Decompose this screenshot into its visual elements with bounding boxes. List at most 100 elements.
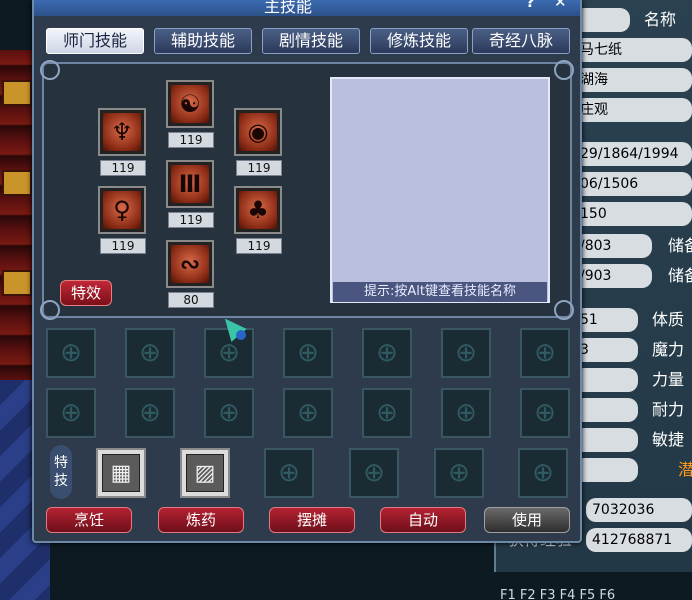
attr-value-field: 51 xyxy=(574,308,638,332)
skill-slot[interactable]: ⊕ xyxy=(46,388,96,438)
slot-emblem-icon: ⊕ xyxy=(139,398,161,428)
reserve-label: 储备 xyxy=(668,236,692,255)
close-button[interactable]: ✕ xyxy=(554,0,567,11)
building-window xyxy=(2,170,32,196)
alchemy-button[interactable]: 炼药 xyxy=(158,507,244,533)
reserve-hp-field: /803 xyxy=(574,234,652,258)
skill-description-panel xyxy=(330,77,550,303)
slot-emblem-icon: ⊕ xyxy=(297,398,319,428)
tab-story-skills[interactable]: 剧情技能 xyxy=(262,28,360,54)
stall-button[interactable]: 摆摊 xyxy=(269,507,355,533)
slot-emblem-icon: ⊕ xyxy=(218,398,240,428)
skill-slot[interactable]: ⊕ xyxy=(125,328,175,378)
special-skills-label: 特技 xyxy=(50,445,72,499)
slot-emblem-icon: ⊕ xyxy=(455,398,477,428)
skill-slot[interactable]: ⊕ xyxy=(283,388,333,438)
tab-meridian-skills[interactable]: 奇经八脉 xyxy=(472,28,570,54)
attr-value-field xyxy=(574,428,638,452)
skill-slot[interactable]: ⊕ xyxy=(362,328,412,378)
corner-ornament xyxy=(40,300,60,320)
name-label: 名称 xyxy=(644,10,677,29)
special-skill-2-icon[interactable]: ▨ xyxy=(180,448,230,498)
slot-emblem-icon: ⊕ xyxy=(363,458,385,488)
tab-cultivation-skills[interactable]: 修炼技能 xyxy=(370,28,468,54)
attr-value-field xyxy=(574,398,638,422)
skill-slot[interactable]: ⊕ xyxy=(441,388,491,438)
special-skill-slot[interactable]: ⊕ xyxy=(434,448,484,498)
auto-button[interactable]: 自动 xyxy=(380,507,466,533)
use-button[interactable]: 使用 xyxy=(484,507,570,533)
skill-slot[interactable]: ⊕ xyxy=(204,388,254,438)
skill-slot[interactable]: ⊕ xyxy=(46,328,96,378)
mp-field: 06/1506 xyxy=(574,172,692,196)
slot-emblem-icon: ⊕ xyxy=(60,398,82,428)
anger-field: 150 xyxy=(574,202,692,226)
skill-slot[interactable]: ⊕ xyxy=(283,328,333,378)
slot-emblem-icon: ⊕ xyxy=(534,398,556,428)
slot-emblem-icon: ⊕ xyxy=(139,338,161,368)
constellation-skill-icon[interactable]: ∾ xyxy=(166,240,214,288)
exp-current-field: 7032036 xyxy=(586,498,692,522)
skill-description-hint: 提示:按Alt键查看技能名称 xyxy=(333,282,547,302)
attr-label: 耐力 xyxy=(652,400,685,419)
gate-skill-icon[interactable]: Ⅲ xyxy=(166,160,214,208)
cooking-button[interactable]: 烹饪 xyxy=(46,507,132,533)
slot-emblem-icon: ⊕ xyxy=(448,458,470,488)
sect-field: 湖海 xyxy=(574,68,692,92)
reserve-label: 储备 xyxy=(668,266,692,285)
attr-label: 魔力 xyxy=(652,340,685,359)
slot-emblem-icon: ⊕ xyxy=(376,398,398,428)
skill-slot[interactable]: ⊕ xyxy=(441,328,491,378)
flame-figure-skill-icon[interactable]: ♆ xyxy=(98,108,146,156)
tab-assist-skills[interactable]: 辅助技能 xyxy=(154,28,252,54)
attr-value-field xyxy=(574,458,638,482)
yin-yang-shield-skill-icon[interactable]: ☯ xyxy=(166,80,214,128)
slot-emblem-icon: ⊕ xyxy=(278,458,300,488)
corner-ornament xyxy=(40,60,60,80)
special-skill-1-icon[interactable]: ▦ xyxy=(96,448,146,498)
building-window xyxy=(2,80,32,106)
special-skill-slot[interactable]: ⊕ xyxy=(264,448,314,498)
window-title: 主技能 xyxy=(264,0,313,16)
slot-emblem-icon: ⊕ xyxy=(455,338,477,368)
name-field: 马七纸 xyxy=(574,38,692,62)
hp-field: 29/1864/1994 xyxy=(574,142,692,166)
taiji-seal-skill-icon[interactable]: ◉ xyxy=(234,108,282,156)
special-skill-slot[interactable]: ⊕ xyxy=(518,448,568,498)
effects-button[interactable]: 特效 xyxy=(60,280,112,306)
skill-level: 119 xyxy=(236,238,282,254)
tree-skill-icon[interactable]: ♣ xyxy=(234,186,282,234)
skill-slot[interactable]: ⊕ xyxy=(125,388,175,438)
venus-symbol-skill-icon[interactable]: ♀ xyxy=(98,186,146,234)
slot-emblem-icon: ⊕ xyxy=(218,338,240,368)
attr-label: 力量 xyxy=(652,370,685,389)
slot-emblem-icon: ⊕ xyxy=(297,338,319,368)
mouse-cursor-gem-icon xyxy=(236,330,246,340)
window-title-bar[interactable]: 主技能 ? ✕ xyxy=(34,0,580,16)
skill-slot[interactable]: ⊕ xyxy=(520,328,570,378)
skill-slot[interactable]: ⊕ xyxy=(520,388,570,438)
potential-label: 潜 xyxy=(678,460,692,479)
skill-level: 119 xyxy=(168,212,214,228)
corner-ornament xyxy=(554,300,574,320)
attr-value-field: 3 xyxy=(574,338,638,362)
skill-slot[interactable]: ⊕ xyxy=(362,388,412,438)
level-field xyxy=(574,8,630,32)
attr-value-field xyxy=(574,368,638,392)
slot-emblem-icon: ⊕ xyxy=(534,338,556,368)
function-key-bar[interactable]: F1 F2 F3 F4 F5 F6 xyxy=(500,588,615,600)
slot-emblem-icon: ⊕ xyxy=(60,338,82,368)
skill-level: 119 xyxy=(168,132,214,148)
building-window xyxy=(2,270,32,296)
skill-level: 119 xyxy=(100,160,146,176)
slot-emblem-icon: ⊕ xyxy=(376,338,398,368)
skill-level: 119 xyxy=(236,160,282,176)
skill-level: 80 xyxy=(168,292,214,308)
exp-total-field: 412768871 xyxy=(586,528,692,552)
tab-sect-skills[interactable]: 师门技能 xyxy=(46,28,144,54)
attr-label: 敏捷 xyxy=(652,430,685,449)
help-button[interactable]: ? xyxy=(526,0,535,11)
title-field: 庄观 xyxy=(574,98,692,122)
special-skill-slot[interactable]: ⊕ xyxy=(349,448,399,498)
corner-ornament xyxy=(554,60,574,80)
